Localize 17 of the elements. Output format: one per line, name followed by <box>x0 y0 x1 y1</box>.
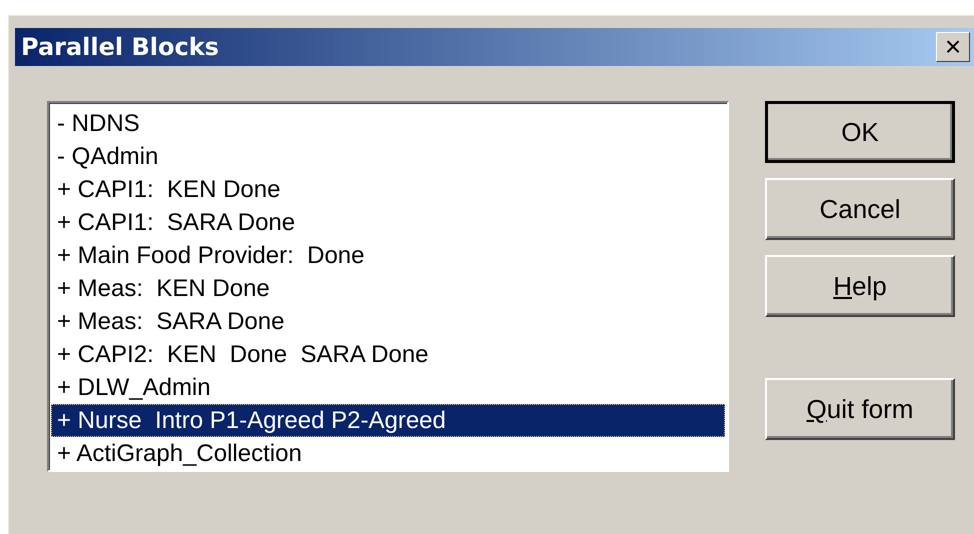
dialog-button[interactable]: Quit form <box>765 378 955 440</box>
list-item[interactable]: + Main Food Provider: Done <box>51 239 725 272</box>
list-item[interactable]: + CAPI1: SARA Done <box>51 206 725 239</box>
list-item[interactable]: + DLW_Admin <box>51 371 725 404</box>
dialog-button[interactable]: OK <box>765 101 955 163</box>
dialog-button[interactable]: Help <box>765 255 955 317</box>
list-item[interactable]: - QAdmin <box>51 140 725 173</box>
list-item[interactable]: - NDNS <box>51 107 725 140</box>
list-item[interactable]: + CAPI1: KEN Done <box>51 173 725 206</box>
window-title: Parallel Blocks <box>21 33 219 61</box>
close-button[interactable]: × <box>936 32 970 62</box>
list-item[interactable]: + CAPI2: KEN Done SARA Done <box>51 338 725 371</box>
list-item[interactable]: + Nurse Intro P1-Agreed P2-Agreed <box>51 404 725 437</box>
dialog-button[interactable]: Cancel <box>765 178 955 240</box>
list-item[interactable]: + ActiGraph_Collection <box>51 437 725 470</box>
list-item[interactable]: + Meas: KEN Done <box>51 272 725 305</box>
list-item[interactable]: + Meas: SARA Done <box>51 305 725 338</box>
